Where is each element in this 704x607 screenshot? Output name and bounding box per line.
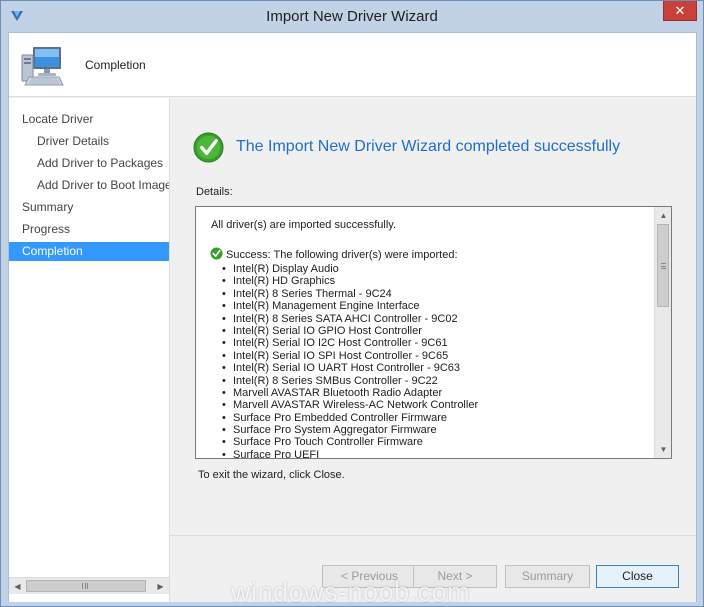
success-check-icon	[193, 132, 224, 163]
details-summary-line: All driver(s) are imported successfully.	[211, 219, 397, 231]
summary-button[interactable]: Summary	[505, 565, 590, 588]
window-title: Import New Driver Wizard	[266, 8, 438, 25]
watermark: windows-noob.com	[231, 577, 471, 607]
driver-list-item: Intel(R) 8 Series Thermal - 9C24	[222, 288, 478, 301]
driver-list-item: Marvell AVASTAR Bluetooth Radio Adapter	[222, 387, 478, 400]
close-button[interactable]: Close	[596, 565, 679, 588]
page-title: Completion	[85, 58, 146, 72]
nav-item-completion[interactable]: Completion	[9, 242, 169, 261]
computer-monitor-icon	[21, 47, 64, 86]
nav-item-progress[interactable]: Progress	[9, 220, 169, 239]
scroll-up-arrow-icon[interactable]: ▲	[655, 207, 671, 224]
scroll-left-arrow-icon[interactable]: ◀	[9, 578, 26, 595]
wizard-window: Import New Driver Wizard ✕ Completion Lo…	[0, 0, 704, 607]
nav-scroll-thumb[interactable]	[26, 580, 146, 592]
wizard-header: Completion	[9, 33, 696, 97]
exit-instructions: To exit the wizard, click Close.	[198, 469, 345, 481]
driver-list: Intel(R) Display Audio Intel(R) HD Graph…	[222, 263, 478, 458]
nav-item-add-driver-to-boot-image[interactable]: Add Driver to Boot Image	[9, 176, 169, 195]
driver-list-item: Intel(R) Serial IO SPI Host Controller -…	[222, 350, 478, 363]
driver-list-item: Intel(R) HD Graphics	[222, 275, 478, 288]
details-content: All driver(s) are imported successfully.…	[196, 207, 654, 458]
details-label: Details:	[196, 186, 233, 198]
mini-success-check-icon	[210, 247, 223, 260]
details-scroll-thumb[interactable]	[657, 224, 669, 307]
scroll-right-arrow-icon[interactable]: ▶	[152, 578, 169, 595]
details-vertical-scrollbar[interactable]: ▲ ▼	[654, 207, 671, 458]
driver-list-item: Surface Pro System Aggregator Firmware	[222, 424, 478, 437]
driver-list-item: Intel(R) Serial IO GPIO Host Controller	[222, 325, 478, 338]
nav-item-driver-details[interactable]: Driver Details	[9, 132, 169, 151]
nav-item-summary[interactable]: Summary	[9, 198, 169, 217]
driver-list-item: Intel(R) 8 Series SMBus Controller - 9C2…	[222, 375, 478, 388]
nav-item-locate-driver[interactable]: Locate Driver	[9, 110, 169, 129]
wizard-steps-nav: Locate Driver Driver Details Add Driver …	[9, 98, 170, 602]
scroll-down-arrow-icon[interactable]: ▼	[655, 441, 671, 458]
wizard-content: The Import New Driver Wizard completed s…	[170, 98, 696, 535]
driver-list-item: Surface Pro UEFI	[222, 449, 478, 458]
driver-list-item: Intel(R) 8 Series SATA AHCI Controller -…	[222, 313, 478, 326]
details-textbox[interactable]: All driver(s) are imported successfully.…	[195, 206, 672, 459]
nav-horizontal-scrollbar[interactable]: ◀ ▶	[9, 577, 169, 594]
close-window-button[interactable]: ✕	[663, 1, 697, 21]
driver-list-item: Intel(R) Serial IO UART Host Controller …	[222, 362, 478, 375]
nav-item-add-driver-to-packages[interactable]: Add Driver to Packages	[9, 154, 169, 173]
success-heading: The Import New Driver Wizard completed s…	[236, 138, 621, 155]
driver-list-item: Intel(R) Management Engine Interface	[222, 300, 478, 313]
success-line-text: Success: The following driver(s) were im…	[226, 249, 458, 261]
details-success-line: Success: The following driver(s) were im…	[210, 247, 458, 261]
driver-list-item: Intel(R) Serial IO I2C Host Controller -…	[222, 337, 478, 350]
grip-icon	[82, 583, 88, 589]
driver-list-item: Intel(R) Display Audio	[222, 263, 478, 276]
driver-list-item: Marvell AVASTAR Wireless-AC Network Cont…	[222, 399, 478, 412]
wizard-client: Completion Locate Driver Driver Details …	[8, 32, 697, 602]
driver-list-item: Surface Pro Embedded Controller Firmware	[222, 412, 478, 425]
title-bar[interactable]: Import New Driver Wizard ✕	[1, 1, 703, 32]
driver-list-item: Surface Pro Touch Controller Firmware	[222, 436, 478, 449]
grip-icon	[661, 263, 666, 269]
